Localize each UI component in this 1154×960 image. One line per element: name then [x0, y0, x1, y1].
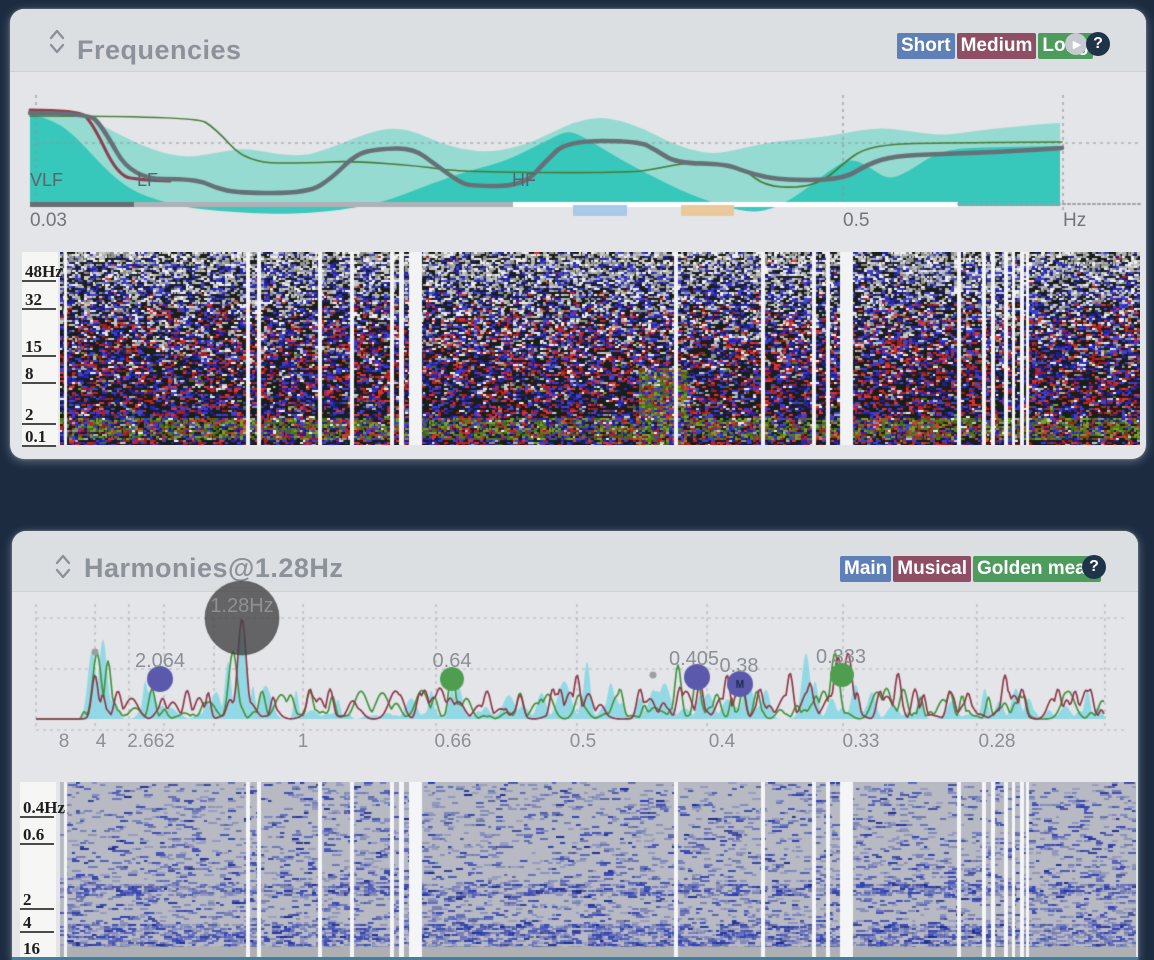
main-peak-label: 1.28Hz	[210, 595, 273, 618]
spectrogram-tick-label: 0.1	[22, 427, 56, 447]
axis-tick-label: 1	[298, 731, 309, 753]
collapse-toggle-icon[interactable]	[48, 28, 66, 56]
spectrogram-tick-label: 2	[20, 890, 54, 910]
harmonies-panel: Harmonies@1.28Hz MainMusicalGolden mean …	[12, 531, 1138, 960]
spectrogram-tick-label: 32	[22, 290, 56, 310]
axis-tick-label: 0.66	[435, 731, 472, 753]
peak-value-label: 0.405	[669, 648, 719, 671]
spectrogram-tick-label: 0.6	[20, 825, 54, 845]
peak-value-label: 0.333	[816, 646, 866, 669]
legend-badge[interactable]: Short	[897, 33, 955, 59]
axis-tick-label: 4	[96, 731, 107, 753]
peak-value-label: 0.64	[433, 650, 472, 673]
frequency-spectrogram[interactable]	[60, 252, 1140, 445]
frequencies-legend: ShortMediumLong	[897, 33, 1093, 59]
axis-tick-label: 0.33	[843, 731, 880, 753]
axis-tick-label: 0.5	[843, 210, 869, 232]
axis-tick-label: 0.4	[709, 731, 735, 753]
spectrogram-y-axis: 48Hz 32 15 8 20.1	[22, 252, 58, 445]
frequency-curves-chart[interactable]	[10, 85, 1146, 245]
spectrogram-tick-label: 4	[20, 913, 54, 933]
panel-title: Frequencies	[77, 35, 242, 66]
axis-tick-label: 0.5	[570, 731, 596, 753]
question-icon: ?	[1093, 35, 1103, 53]
spectrogram-tick-label: 8	[22, 364, 56, 384]
question-icon: ?	[1089, 558, 1099, 576]
axis-tick-label: 0.28	[979, 731, 1016, 753]
axis-tick-label: Hz	[1063, 210, 1086, 232]
help-button[interactable]: ?	[1086, 32, 1110, 56]
spectrogram-tick-label: 48Hz	[22, 262, 56, 282]
band-label: LF	[137, 170, 158, 191]
band-label: VLF	[30, 170, 63, 191]
axis-tick-label: 0.03	[30, 210, 67, 232]
app-root: Frequencies ShortMediumLong ▶ ? VLFLFHF …	[0, 0, 1154, 960]
spectrogram-tick-label: 0.4Hz	[20, 798, 54, 818]
spectrogram-tick-label: 16	[20, 939, 54, 959]
harmonics-spectrogram[interactable]	[60, 782, 1136, 958]
band-label: HF	[512, 170, 536, 191]
peak-value-label: 0.38	[720, 655, 759, 678]
axis-tick-label: 8	[59, 731, 70, 753]
frequencies-panel: Frequencies ShortMediumLong ▶ ? VLFLFHF …	[10, 9, 1146, 459]
legend-badge[interactable]: Medium	[957, 33, 1037, 59]
play-icon: ▶	[1073, 38, 1081, 51]
spectrogram-tick-label: 15	[22, 337, 56, 357]
axis-tick-label: 2.662	[127, 731, 175, 753]
spectrogram-tick-label: 2	[22, 405, 56, 425]
playback-button[interactable]: ▶	[1065, 33, 1087, 55]
peak-value-label: 2.064	[135, 650, 185, 673]
spectrogram-y-axis: 0.4Hz 0.6 2 4 16	[20, 782, 56, 958]
